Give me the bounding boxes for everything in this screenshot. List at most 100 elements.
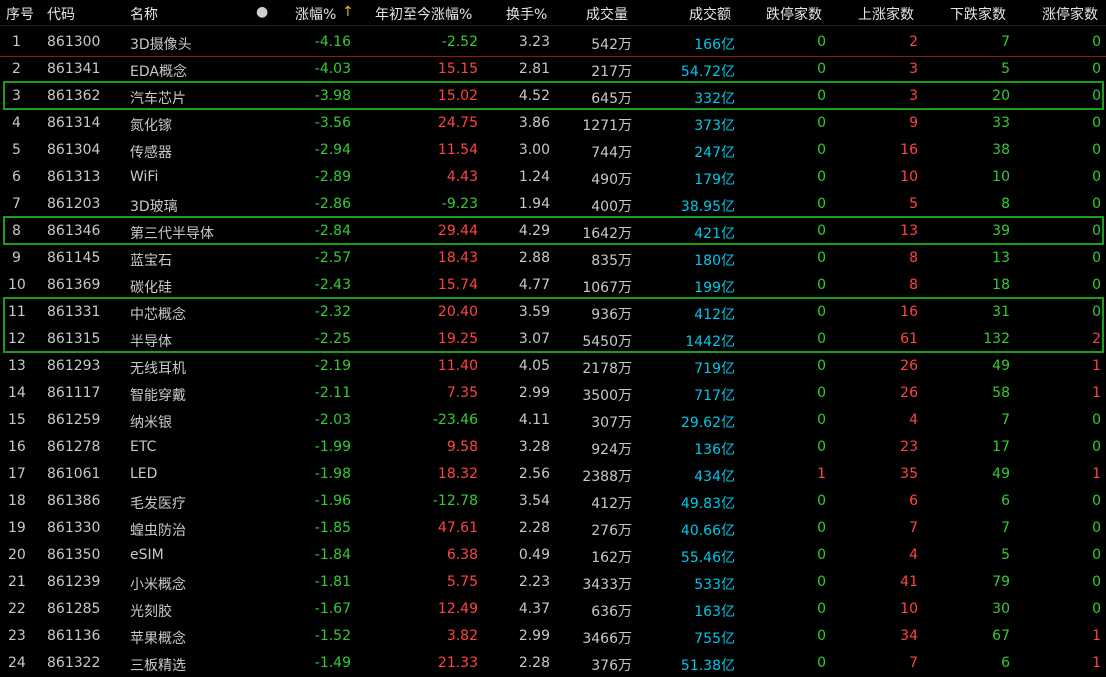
cell-limit-down: 0 bbox=[817, 331, 826, 347]
header-seq[interactable]: 序号 bbox=[6, 4, 34, 24]
cell-code: 861331 bbox=[47, 304, 101, 320]
cell-limit-down: 0 bbox=[817, 412, 826, 428]
table-row[interactable]: 1 861300 3D摄像头 -4.16 -2.52 3.23 542万 166亿 0 2 7 0 bbox=[0, 29, 1106, 57]
cell-seq: 16 bbox=[8, 439, 26, 455]
cell-name: 蝗虫防治 bbox=[130, 523, 186, 539]
cell-up: 35 bbox=[900, 466, 918, 482]
cell-name: 氮化镓 bbox=[130, 118, 172, 134]
cell-code: 861285 bbox=[47, 601, 101, 617]
header-limit-down[interactable]: 跌停家数 bbox=[766, 4, 822, 24]
cell-limit-up: 0 bbox=[1092, 250, 1101, 266]
cell-amount: 755亿 bbox=[694, 631, 735, 647]
header-change-pct[interactable]: 涨幅% bbox=[295, 4, 336, 24]
table-row[interactable]: 9 861145 蓝宝石 -2.57 18.43 2.88 835万 180亿 0 8 13 0 bbox=[0, 245, 1106, 272]
header-up-count[interactable]: 上涨家数 bbox=[858, 4, 914, 24]
table-row[interactable]: 10 861369 碳化硅 -2.43 15.74 4.77 1067万 199亿 0 8 18 0 bbox=[0, 272, 1106, 299]
cell-chg: -2.32 bbox=[314, 304, 351, 320]
table-row[interactable]: 12 861315 半导体 -2.25 19.25 3.07 5450万 1442亿 0 61 13… bbox=[0, 326, 1106, 353]
table-row[interactable]: 23 861136 苹果概念 -1.52 3.82 2.99 3466万 755亿 0 34 67 1 bbox=[0, 623, 1106, 650]
table-row[interactable]: 16 861278 ETC -1.99 9.58 3.28 924万 136亿 0 23 17 0 bbox=[0, 434, 1106, 461]
cell-chg: -3.56 bbox=[314, 115, 351, 131]
cell-volume: 412万 bbox=[591, 496, 632, 512]
table-row[interactable]: 5 861304 传感器 -2.94 11.54 3.00 744万 247亿 0 16 38 0 bbox=[0, 137, 1106, 164]
table-row[interactable]: 6 861313 WiFi -2.89 4.43 1.24 490万 179亿 0 10 10 0 bbox=[0, 164, 1106, 191]
cell-seq: 4 bbox=[12, 115, 21, 131]
cell-code: 861341 bbox=[47, 61, 101, 77]
cell-turnover: 2.28 bbox=[518, 655, 550, 671]
cell-code: 861346 bbox=[47, 223, 101, 239]
cell-down: 17 bbox=[992, 439, 1010, 455]
cell-code: 861314 bbox=[47, 115, 101, 131]
table-row[interactable]: 22 861285 光刻胶 -1.67 12.49 4.37 636万 163亿 0 10 30 0 bbox=[0, 596, 1106, 623]
table-row[interactable]: 13 861293 无线耳机 -2.19 11.40 4.05 2178万 719亿 0 26 49… bbox=[0, 353, 1106, 380]
table-row[interactable]: 3 861362 汽车芯片 -3.98 15.02 4.52 645万 332亿 0 3 20 0 bbox=[0, 83, 1106, 110]
header-volume[interactable]: 成交量 bbox=[586, 4, 628, 24]
cell-limit-up: 0 bbox=[1092, 61, 1101, 77]
table-row[interactable]: 14 861117 智能穿戴 -2.11 7.35 2.99 3500万 717亿 0 26 58 1 bbox=[0, 380, 1106, 407]
cell-down: 7 bbox=[1001, 412, 1010, 428]
cell-name: 3D摄像头 bbox=[130, 37, 192, 53]
cell-limit-up: 0 bbox=[1092, 169, 1101, 185]
cell-up: 8 bbox=[909, 277, 918, 293]
header-code[interactable]: 代码 bbox=[47, 4, 75, 24]
cell-ytd: 29.44 bbox=[437, 223, 478, 239]
cell-seq: 15 bbox=[8, 412, 26, 428]
table-row[interactable]: 7 861203 3D玻璃 -2.86 -9.23 1.94 400万 38.95亿 0 5 8 0 bbox=[0, 191, 1106, 218]
cell-up: 7 bbox=[909, 520, 918, 536]
cell-code: 861239 bbox=[47, 574, 101, 590]
cell-volume: 376万 bbox=[591, 658, 632, 674]
table-row[interactable]: 11 861331 中芯概念 -2.32 20.40 3.59 936万 412亿 0 16 31 0 bbox=[0, 299, 1106, 326]
cell-turnover: 3.07 bbox=[518, 331, 550, 347]
header-down-count[interactable]: 下跌家数 bbox=[950, 4, 1006, 24]
cell-down: 7 bbox=[1001, 520, 1010, 536]
table-row[interactable]: 8 861346 第三代半导体 -2.84 29.44 4.29 1642万 421亿 0 13 3… bbox=[0, 218, 1106, 245]
cell-limit-up: 0 bbox=[1092, 520, 1101, 536]
cell-volume: 3500万 bbox=[582, 388, 632, 404]
cell-down: 5 bbox=[1001, 547, 1010, 563]
cell-amount: 179亿 bbox=[694, 172, 735, 188]
table-row[interactable]: 15 861259 纳米银 -2.03 -23.46 4.11 307万 29.62亿 0 4 7 0 bbox=[0, 407, 1106, 434]
table-row[interactable]: 17 861061 LED -1.98 18.32 2.56 2388万 434亿 1 35 49 1 bbox=[0, 461, 1106, 488]
cell-turnover: 4.52 bbox=[518, 88, 550, 104]
cell-chg: -2.11 bbox=[314, 385, 351, 401]
cell-ytd: 6.38 bbox=[446, 547, 478, 563]
header-ytd-change[interactable]: 年初至今涨幅% bbox=[375, 4, 472, 24]
header-name[interactable]: 名称 bbox=[130, 4, 158, 24]
header-turnover[interactable]: 换手% bbox=[506, 4, 547, 24]
cell-seq: 9 bbox=[12, 250, 21, 266]
cell-amount: 40.66亿 bbox=[680, 523, 735, 539]
cell-volume: 307万 bbox=[591, 415, 632, 431]
table-row[interactable]: 4 861314 氮化镓 -3.56 24.75 3.86 1271万 373亿 0 9 33 0 bbox=[0, 110, 1106, 137]
cell-up: 10 bbox=[900, 601, 918, 617]
cell-up: 10 bbox=[900, 169, 918, 185]
header-amount[interactable]: 成交额 bbox=[689, 4, 731, 24]
cell-name: WiFi bbox=[130, 169, 159, 185]
cell-code: 861259 bbox=[47, 412, 101, 428]
cell-limit-down: 0 bbox=[817, 655, 826, 671]
table-row[interactable]: 18 861386 毛发医疗 -1.96 -12.78 3.54 412万 49.83亿 0 6 6… bbox=[0, 488, 1106, 515]
cell-volume: 645万 bbox=[591, 91, 632, 107]
table-row[interactable]: 21 861239 小米概念 -1.81 5.75 2.23 3433万 533亿 0 41 79 0 bbox=[0, 569, 1106, 596]
cell-ytd: 3.82 bbox=[446, 628, 478, 644]
cell-chg: -1.85 bbox=[314, 520, 351, 536]
cell-limit-down: 0 bbox=[817, 358, 826, 374]
cell-seq: 19 bbox=[8, 520, 26, 536]
cell-up: 23 bbox=[900, 439, 918, 455]
column-settings-dot-icon[interactable]: ● bbox=[256, 4, 268, 20]
cell-name: 第三代半导体 bbox=[130, 226, 214, 242]
table-row[interactable]: 20 861350 eSIM -1.84 6.38 0.49 162万 55.46亿 0 4 5 0 bbox=[0, 542, 1106, 569]
cell-limit-down: 0 bbox=[817, 493, 826, 509]
cell-ytd: 11.54 bbox=[437, 142, 478, 158]
cell-chg: -2.89 bbox=[314, 169, 351, 185]
cell-amount: 54.72亿 bbox=[680, 64, 735, 80]
header-limit-up[interactable]: 涨停家数 bbox=[1042, 4, 1098, 24]
cell-volume: 1642万 bbox=[582, 226, 632, 242]
cell-seq: 17 bbox=[8, 466, 26, 482]
table-row[interactable]: 19 861330 蝗虫防治 -1.85 47.61 2.28 276万 40.66亿 0 7 7 0 bbox=[0, 515, 1106, 542]
table-row[interactable]: 2 861341 EDA概念 -4.03 15.15 2.81 217万 54.72亿 0 3 5 0 bbox=[0, 56, 1106, 83]
cell-turnover: 2.28 bbox=[518, 520, 550, 536]
cell-limit-up: 0 bbox=[1092, 34, 1101, 50]
cell-amount: 166亿 bbox=[694, 37, 735, 53]
cell-amount: 719亿 bbox=[694, 361, 735, 377]
cell-limit-down: 0 bbox=[817, 304, 826, 320]
